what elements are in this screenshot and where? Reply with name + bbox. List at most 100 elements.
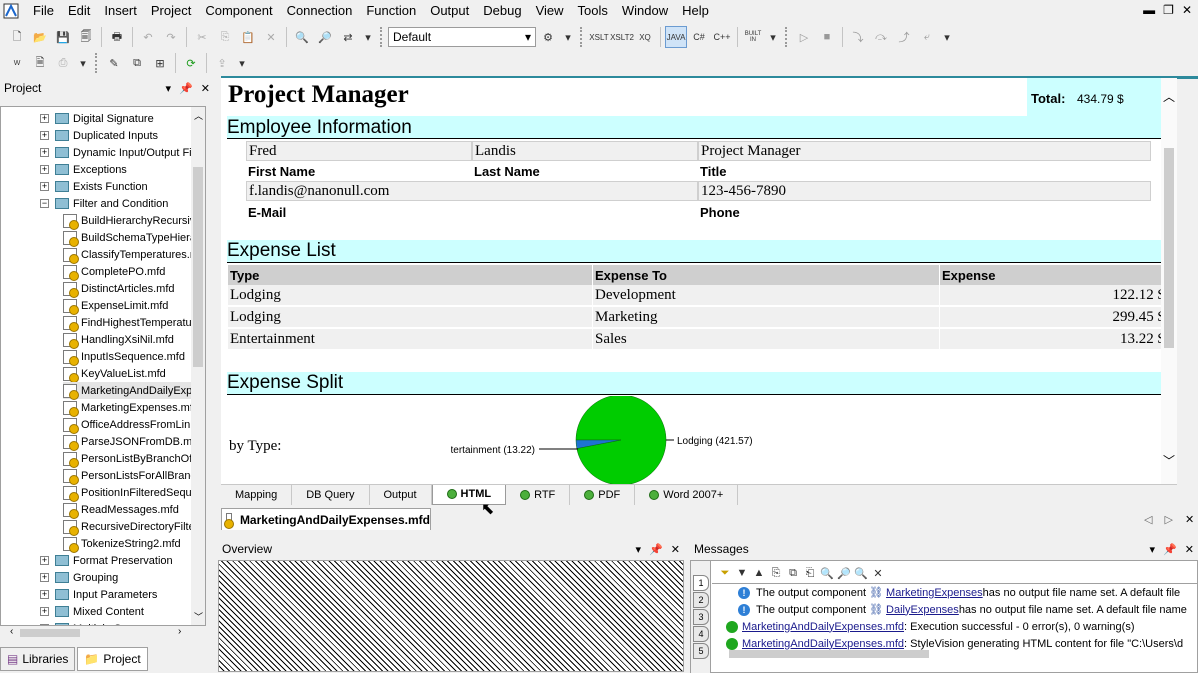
menu-window[interactable]: Window: [615, 0, 675, 22]
copy-document-icon[interactable]: ⧉: [126, 52, 148, 74]
menu-help[interactable]: Help: [675, 0, 716, 22]
deploy-icon[interactable]: ⇪: [211, 52, 233, 74]
tree-file-item[interactable]: RecursiveDirectoryFilter.mfd: [63, 518, 205, 536]
open-folder-icon[interactable]: 📂: [29, 26, 51, 48]
copy-all-icon[interactable]: ⧉: [785, 562, 801, 584]
undo-icon[interactable]: ↶: [137, 26, 159, 48]
chevron-left-icon[interactable]: ‹: [10, 626, 13, 637]
menu-output[interactable]: Output: [423, 0, 476, 22]
document-icon[interactable]: 🗎: [29, 52, 51, 74]
tree-file-item[interactable]: DistinctArticles.mfd: [63, 280, 175, 298]
stop-debugger-icon[interactable]: ■: [816, 26, 838, 48]
delete-icon[interactable]: ✕: [260, 26, 282, 48]
tree-folder-item[interactable]: + Mixed Content: [40, 603, 144, 620]
close-icon[interactable]: ✕: [1182, 3, 1192, 17]
expand-icon[interactable]: +: [40, 131, 49, 140]
toolbar-options-icon[interactable]: ▾: [75, 52, 91, 74]
expand-icon[interactable]: +: [40, 556, 49, 565]
first-name-field[interactable]: Fred: [246, 141, 472, 161]
menu-file[interactable]: File: [26, 0, 61, 22]
tree-file-item[interactable]: PersonListByBranchOffice.mfd: [63, 450, 205, 468]
copy-messages-icon[interactable]: ⎗: [802, 562, 818, 584]
project-tree-vscrollbar[interactable]: ︿ ﹀: [191, 107, 205, 625]
expand-icon[interactable]: +: [40, 607, 49, 616]
toolbar-options-icon[interactable]: ▾: [939, 26, 955, 48]
tree-file-item[interactable]: ReadMessages.mfd: [63, 501, 179, 519]
message-link[interactable]: MarketingAndDailyExpenses.mfd: [742, 638, 904, 650]
xquery-button[interactable]: XQ: [634, 26, 656, 48]
expand-icon[interactable]: +: [40, 165, 49, 174]
view-tab-output[interactable]: Output: [370, 484, 432, 505]
tree-file-item[interactable]: CompletePO.mfd: [63, 263, 165, 281]
menu-debug[interactable]: Debug: [476, 0, 528, 22]
minimize-icon[interactable]: ▬: [1143, 3, 1155, 17]
menu-view[interactable]: View: [529, 0, 571, 22]
replace-icon[interactable]: ⇄: [337, 26, 359, 48]
messages-tab[interactable]: 5: [693, 643, 709, 659]
menu-component[interactable]: Component: [198, 0, 279, 22]
find-next-icon[interactable]: 🔎: [314, 26, 336, 48]
pin-icon[interactable]: 📌: [179, 82, 193, 95]
tree-file-item[interactable]: ExpenseLimit.mfd: [63, 297, 168, 315]
close-icon[interactable]: ✕: [671, 543, 680, 556]
java-button[interactable]: JAVA: [665, 26, 687, 48]
toolbar-options-icon[interactable]: ▾: [560, 26, 576, 48]
close-icon[interactable]: ✕: [201, 82, 210, 95]
restore-icon[interactable]: ❐: [1163, 3, 1174, 17]
menu-project[interactable]: Project: [144, 0, 198, 22]
project-tab[interactable]: 📁 Project: [77, 647, 148, 671]
save-icon[interactable]: 💾: [52, 26, 74, 48]
document-tab[interactable]: MarketingAndDailyExpenses.mfd: [221, 508, 431, 530]
tree-file-item[interactable]: BuildSchemaTypeHierarchy.mfd: [63, 229, 205, 247]
settings-icon[interactable]: ⚙: [537, 26, 559, 48]
save-all-icon[interactable]: 🗐: [75, 26, 97, 48]
message-link[interactable]: DailyExpenses: [886, 604, 959, 616]
messages-tab[interactable]: 1: [693, 575, 709, 591]
builtin-button[interactable]: BUILT IN: [742, 26, 764, 48]
cut-icon[interactable]: ✂: [191, 26, 213, 48]
expand-icon[interactable]: +: [40, 182, 49, 191]
tree-file-item[interactable]: ParseJSONFromDB.mfd: [63, 433, 201, 451]
generator-combo[interactable]: Default ▾: [388, 27, 536, 47]
validate-icon[interactable]: ⎙: [52, 52, 74, 74]
toolbar-options-icon[interactable]: ▾: [360, 26, 376, 48]
email-field[interactable]: f.landis@nanonull.com: [246, 181, 698, 201]
phone-field[interactable]: 123-456-7890: [698, 181, 1151, 201]
close-icon[interactable]: ✕: [1185, 543, 1194, 556]
view-tab-db-query[interactable]: DB Query: [292, 484, 370, 505]
chevron-up-icon[interactable]: ︿: [194, 109, 203, 122]
toolbar-grip[interactable]: [580, 27, 584, 47]
chevron-down-icon[interactable]: ﹀: [1163, 452, 1175, 469]
tree-file-item[interactable]: MarketingExpenses.mfd: [63, 399, 199, 417]
find-icon[interactable]: 🔍: [819, 562, 835, 584]
chevron-down-icon[interactable]: ﹀: [194, 610, 203, 623]
project-tree-hscrollbar[interactable]: ‹ ›: [0, 626, 206, 640]
chevron-down-icon[interactable]: ▾: [1150, 543, 1156, 556]
xslt-button[interactable]: XSLT: [588, 26, 610, 48]
paste-icon[interactable]: 📋: [237, 26, 259, 48]
menu-connection[interactable]: Connection: [280, 0, 360, 22]
view-tab-rtf[interactable]: RTF: [506, 484, 571, 505]
scroll-thumb[interactable]: [1164, 148, 1174, 348]
tree-file-item[interactable]: FindHighestTemperature.mfd: [63, 314, 205, 332]
toolbar-grip[interactable]: [95, 53, 99, 73]
view-tab-mapping[interactable]: Mapping: [221, 484, 293, 505]
close-icon[interactable]: ✕: [1185, 513, 1194, 526]
find-icon[interactable]: 🔍: [291, 26, 313, 48]
step-into-icon[interactable]: ⤵: [847, 26, 869, 48]
filter-icon[interactable]: ⏷: [717, 562, 733, 584]
message-link[interactable]: MarketingExpenses: [886, 587, 983, 599]
tree-folder-item[interactable]: + Grouping: [40, 569, 118, 586]
chevron-left-icon[interactable]: ◁: [1144, 513, 1152, 526]
chevron-up-icon[interactable]: ▲: [751, 562, 767, 584]
last-name-field[interactable]: Landis: [472, 141, 698, 161]
tree-file-item[interactable]: OfficeAddressFromLink.mfd: [63, 416, 205, 434]
overview-canvas[interactable]: [218, 560, 684, 672]
tree-file-item[interactable]: BuildHierarchyRecursive.mfd: [63, 212, 205, 230]
chevron-up-icon[interactable]: ︿: [1163, 88, 1175, 105]
toolbar-options-icon[interactable]: ▾: [234, 52, 250, 74]
step-over-icon[interactable]: ⤼: [870, 26, 892, 48]
step-out-icon[interactable]: ⤴: [893, 26, 915, 48]
toolbar-grip[interactable]: [380, 27, 384, 47]
find-next-icon[interactable]: 🔎: [836, 562, 852, 584]
